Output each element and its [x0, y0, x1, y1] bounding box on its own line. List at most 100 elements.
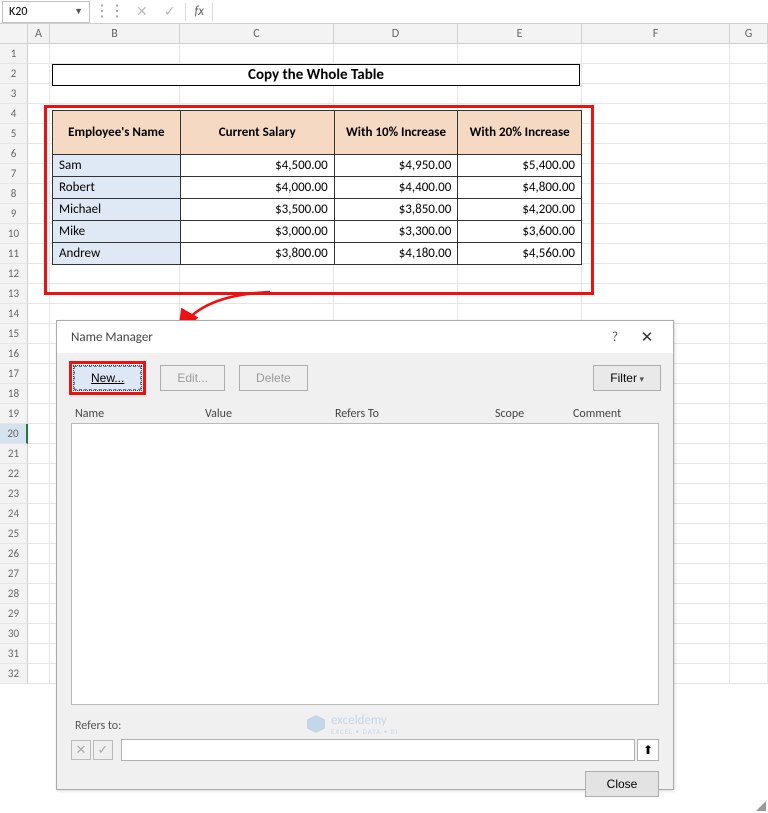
cell[interactable]	[730, 324, 768, 344]
row-header[interactable]: 11	[0, 244, 28, 264]
cell-name[interactable]: Andrew	[53, 243, 181, 265]
cell[interactable]	[730, 464, 768, 484]
cell[interactable]	[582, 104, 730, 124]
cell-value[interactable]: $3,500.00	[180, 199, 334, 221]
cell-name[interactable]: Mike	[53, 221, 181, 243]
cell[interactable]	[28, 584, 50, 604]
cell[interactable]	[730, 484, 768, 504]
row-header[interactable]: 23	[0, 484, 28, 504]
row-header[interactable]: 17	[0, 364, 28, 384]
row-header[interactable]: 16	[0, 344, 28, 364]
cell[interactable]	[730, 564, 768, 584]
cell[interactable]	[50, 264, 180, 284]
cell[interactable]	[28, 144, 50, 164]
row-header[interactable]: 4	[0, 104, 28, 124]
row-header[interactable]: 30	[0, 624, 28, 644]
cell[interactable]	[28, 604, 50, 624]
cell[interactable]	[50, 84, 180, 104]
cell[interactable]	[730, 344, 768, 364]
row-header[interactable]: 3	[0, 84, 28, 104]
cell[interactable]	[582, 244, 730, 264]
row-header[interactable]: 1	[0, 44, 28, 64]
col-header[interactable]: D	[334, 24, 458, 43]
cell[interactable]	[730, 364, 768, 384]
cell[interactable]	[28, 624, 50, 644]
col-header[interactable]: C	[180, 24, 334, 43]
cell-value[interactable]: $5,400.00	[458, 155, 582, 177]
cell[interactable]	[730, 84, 768, 104]
cell[interactable]	[730, 444, 768, 464]
cell[interactable]	[458, 264, 582, 284]
cell-name[interactable]: Michael	[53, 199, 181, 221]
row-header[interactable]: 6	[0, 144, 28, 164]
cell[interactable]	[334, 284, 458, 304]
row-header[interactable]: 10	[0, 224, 28, 244]
cell[interactable]	[28, 224, 50, 244]
row-header[interactable]: 32	[0, 664, 28, 684]
cell[interactable]	[730, 204, 768, 224]
cell[interactable]	[582, 224, 730, 244]
cell[interactable]	[28, 424, 50, 444]
collapse-icon[interactable]: ⬆	[637, 739, 659, 761]
cell[interactable]	[28, 244, 50, 264]
fx-label[interactable]: fx	[186, 4, 212, 19]
cell[interactable]	[730, 524, 768, 544]
cell-value[interactable]: $4,560.00	[458, 243, 582, 265]
cell[interactable]	[582, 144, 730, 164]
col-header[interactable]: B	[50, 24, 180, 43]
table-header[interactable]: With 10% Increase	[334, 111, 458, 155]
row-header[interactable]: 14	[0, 304, 28, 324]
cell-value[interactable]: $3,300.00	[334, 221, 458, 243]
cell[interactable]	[28, 524, 50, 544]
row-header[interactable]: 18	[0, 384, 28, 404]
cell[interactable]	[28, 364, 50, 384]
cell[interactable]	[28, 104, 50, 124]
cell[interactable]	[28, 384, 50, 404]
cell[interactable]	[730, 64, 768, 84]
cell[interactable]	[28, 324, 50, 344]
row-header[interactable]: 28	[0, 584, 28, 604]
cell[interactable]	[730, 664, 768, 684]
cell[interactable]	[582, 264, 730, 284]
cell[interactable]	[730, 584, 768, 604]
row-header[interactable]: 13	[0, 284, 28, 304]
cell[interactable]	[28, 344, 50, 364]
row-header[interactable]: 25	[0, 524, 28, 544]
cell[interactable]	[582, 184, 730, 204]
select-all-corner[interactable]	[0, 24, 28, 43]
row-header[interactable]: 20	[0, 424, 28, 444]
cell[interactable]	[730, 544, 768, 564]
table-header[interactable]: With 20% Increase	[458, 111, 582, 155]
cell[interactable]	[582, 44, 730, 64]
cell[interactable]	[28, 124, 50, 144]
cell[interactable]	[28, 404, 50, 424]
cell[interactable]	[582, 204, 730, 224]
list-col[interactable]: Refers To	[335, 407, 495, 421]
cell[interactable]	[180, 84, 334, 104]
cell[interactable]	[730, 284, 768, 304]
cell[interactable]	[28, 564, 50, 584]
cell[interactable]	[28, 264, 50, 284]
cell[interactable]	[730, 144, 768, 164]
cell[interactable]	[180, 44, 334, 64]
table-header[interactable]: Employee's Name	[53, 111, 181, 155]
row-header[interactable]: 12	[0, 264, 28, 284]
list-col[interactable]: Name	[75, 407, 205, 421]
cell-name[interactable]: Robert	[53, 177, 181, 199]
cell-value[interactable]: $3,850.00	[334, 199, 458, 221]
cell[interactable]	[730, 124, 768, 144]
cell[interactable]	[730, 504, 768, 524]
cell[interactable]	[730, 624, 768, 644]
close-icon[interactable]: ✕	[629, 328, 665, 347]
row-header[interactable]: 9	[0, 204, 28, 224]
row-header[interactable]: 2	[0, 64, 28, 84]
cell[interactable]	[582, 64, 730, 84]
row-header[interactable]: 31	[0, 644, 28, 664]
cell[interactable]	[730, 644, 768, 664]
col-header[interactable]: A	[28, 24, 50, 43]
close-button[interactable]: Close	[585, 771, 659, 797]
cell-value[interactable]: $4,950.00	[334, 155, 458, 177]
cell[interactable]	[28, 484, 50, 504]
table-header[interactable]: Current Salary	[180, 111, 334, 155]
cell[interactable]	[582, 164, 730, 184]
